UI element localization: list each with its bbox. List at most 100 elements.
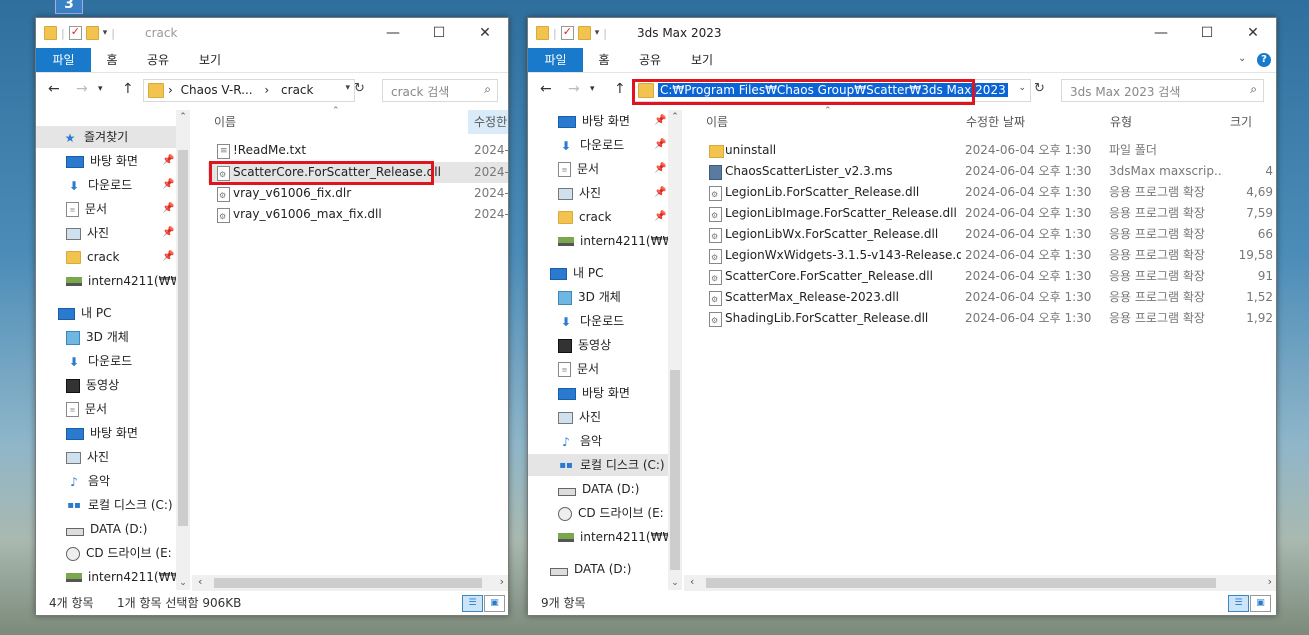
maximize-button[interactable]: ☐ [1184,18,1230,48]
properties-icon[interactable] [560,25,574,40]
column-header-type[interactable]: 유형 [1110,110,1220,134]
nav-item-data-drive[interactable]: DATA (D:) [66,518,147,540]
nav-item-cd-drive[interactable]: CD 드라이브 (E: [558,502,664,524]
nav-item-downloads[interactable]: ⬇ 다운로드 📌 [558,134,666,156]
nav-item-documents-pc[interactable]: ≡ 문서 [558,358,599,380]
file-row[interactable]: vray_v61006_fix.dlr 2024-0 [208,183,508,206]
file-row[interactable]: LegionLibImage.ForScatter_Release.dll 202… [700,203,1276,226]
search-input[interactable]: crack 검색 ⌕ [382,79,498,102]
pin-icon[interactable]: 📌 [654,110,666,132]
scroll-thumb[interactable] [670,370,680,570]
close-button[interactable]: ✕ [462,18,508,48]
nav-item-downloads[interactable]: ⬇ 다운로드 📌 [66,174,174,196]
tab-file[interactable]: 파일 [36,48,91,72]
back-arrow-icon[interactable]: ← [540,81,552,97]
pin-icon[interactable]: 📌 [162,174,174,196]
horizontal-scrollbar[interactable]: ‹ › [192,575,508,591]
column-header-modified[interactable]: 수정한 날짜 [966,110,1106,134]
file-row[interactable]: ScatterMax_Release-2023.dll 2024-06-04 오후… [700,287,1276,310]
chevron-down-icon[interactable]: ⌄ [1018,83,1026,93]
nav-item-data-drive[interactable]: DATA (D:) [558,478,639,500]
desktop-shortcut-icon[interactable]: 3 [55,0,83,14]
forward-arrow-icon[interactable]: → [76,81,88,97]
nav-scrollbar[interactable]: ⌃ ⌄ [668,110,682,590]
breadcrumb-crack[interactable]: crack [281,83,313,97]
nav-item-crack[interactable]: crack 📌 [558,206,666,228]
scroll-down-icon[interactable]: ⌄ [176,578,190,588]
file-row[interactable]: LegionLib.ForScatter_Release.dll 2024-06-… [700,182,1276,205]
nav-item-data-drive-2[interactable]: DATA (D:) [550,558,631,580]
pin-icon[interactable]: 📌 [654,206,666,228]
file-row[interactable]: !ReadMe.txt 2024-0 [208,140,508,162]
nav-item-local-disk[interactable]: ▪▪ 로컬 디스크 (C:) [528,454,668,476]
nav-item-pictures[interactable]: 사진 📌 [558,182,666,204]
scroll-up-icon[interactable]: ⌃ [176,112,190,122]
nav-item-pictures-pc[interactable]: 사진 [66,446,109,468]
scroll-down-icon[interactable]: ⌄ [668,578,682,588]
column-header-size[interactable]: 크기 [1230,110,1270,134]
refresh-icon[interactable]: ↻ [1034,81,1045,96]
nav-item-favorites[interactable]: ★ 즐겨찾기 [36,126,176,148]
breadcrumb-chaos[interactable]: Chaos V-R... [181,83,253,97]
title-bar[interactable]: | ▾ | crack — ☐ ✕ [36,18,508,48]
scroll-up-icon[interactable]: ⌃ [668,112,682,122]
nav-item-downloads-pc[interactable]: ⬇ 다운로드 [66,350,132,372]
chevron-down-icon[interactable]: ▾ [103,28,108,38]
nav-item-network-2[interactable]: intern4211(₩₩i [558,526,668,548]
file-row[interactable]: ChaosScatterLister_v2.3.ms 2024-06-04 오후 … [700,161,1276,182]
refresh-icon[interactable]: ↻ [354,81,365,96]
nav-item-3d-objects[interactable]: 3D 개체 [558,286,621,308]
nav-item-videos[interactable]: 동영상 [66,374,119,396]
file-row[interactable]: ShadingLib.ForScatter_Release.dll 2024-06… [700,308,1276,331]
maximize-button[interactable]: ☐ [416,18,462,48]
scroll-left-icon[interactable]: ‹ [690,575,694,588]
scroll-thumb[interactable] [706,578,1216,588]
properties-icon[interactable] [68,25,82,40]
details-view-icon[interactable]: ☰ [1228,595,1249,612]
help-icon[interactable]: ? [1257,53,1271,67]
forward-arrow-icon[interactable]: → [568,81,580,97]
nav-item-desktop[interactable]: 바탕 화면 📌 [66,150,174,172]
scroll-left-icon[interactable]: ‹ [198,575,202,588]
large-icons-view-icon[interactable]: ▣ [1250,595,1271,612]
nav-item-3d-objects[interactable]: 3D 개체 [66,326,129,348]
nav-item-this-pc[interactable]: 내 PC [550,262,603,284]
address-bar[interactable]: › Chaos V-R... › crack ▾ [143,79,355,102]
large-icons-view-icon[interactable]: ▣ [484,595,505,612]
tab-view[interactable]: 보기 [190,48,230,72]
pin-icon[interactable]: 📌 [654,134,666,156]
title-bar[interactable]: | ▾ | 3ds Max 2023 — ☐ ✕ [528,18,1276,48]
file-row[interactable]: LegionLibWx.ForScatter_Release.dll 2024-0… [700,224,1276,247]
pin-icon[interactable]: 📌 [162,246,174,268]
tab-share[interactable]: 공유 [630,48,670,72]
nav-item-network[interactable]: intern4211(₩₩i [66,270,176,292]
pin-icon[interactable]: 📌 [162,198,174,220]
new-folder-icon[interactable] [577,26,591,40]
file-row[interactable]: LegionWxWidgets-3.1.5-v143-Release.dll 20… [700,245,1276,268]
file-row[interactable]: ScatterCore.ForScatter_Release.dll 2024-0… [700,266,1276,289]
horizontal-scrollbar[interactable]: ‹ › [684,575,1276,591]
nav-item-documents[interactable]: ≡ 문서 📌 [558,158,666,180]
close-button[interactable]: ✕ [1230,18,1276,48]
nav-item-network-2[interactable]: intern4211(₩₩i [66,566,176,583]
pin-icon[interactable]: 📌 [162,222,174,244]
search-input[interactable]: 3ds Max 2023 검색 ⌕ [1061,79,1264,102]
nav-item-network[interactable]: intern4211(₩₩i [558,230,668,252]
nav-item-music[interactable]: ♪ 음악 [558,430,602,452]
tab-home[interactable]: 홈 [94,48,130,72]
pin-icon[interactable]: 📌 [654,158,666,180]
details-view-icon[interactable]: ☰ [462,595,483,612]
nav-item-videos[interactable]: 동영상 [558,334,611,356]
file-row[interactable]: uninstall 2024-06-04 오후 1:30 파일 폴더 [700,140,1276,161]
nav-item-documents-pc[interactable]: ≡ 문서 [66,398,107,420]
search-icon[interactable]: ⌕ [1250,82,1257,97]
nav-item-crack[interactable]: crack 📌 [66,246,174,268]
chevron-down-icon[interactable]: ▾ [590,84,595,94]
nav-item-pictures-pc[interactable]: 사진 [558,406,601,428]
nav-scrollbar[interactable]: ⌃ ⌄ [176,110,190,590]
nav-item-cd-drive[interactable]: CD 드라이브 (E: [66,542,172,564]
column-header-modified[interactable]: 수정한 [468,110,508,134]
pin-icon[interactable]: 📌 [162,150,174,172]
nav-item-downloads-pc[interactable]: ⬇ 다운로드 [558,310,624,332]
pin-icon[interactable]: 📌 [654,182,666,204]
